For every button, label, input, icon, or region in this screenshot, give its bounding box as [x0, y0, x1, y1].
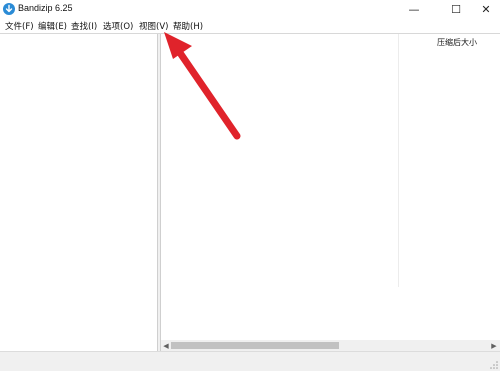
app-window: Bandizip 6.25 — ☐ ✕ 文件(F) 编辑(E) 查找(I) 选项…	[0, 0, 500, 371]
menu-edit[interactable]: 编辑(E)	[38, 20, 67, 32]
close-icon: ✕	[481, 3, 491, 16]
status-bar	[0, 351, 500, 371]
close-button[interactable]: ✕	[472, 0, 500, 19]
menu-view[interactable]: 视图(V)	[139, 20, 168, 32]
menu-help[interactable]: 帮助(H)	[173, 20, 203, 32]
scrollbar-thumb[interactable]	[171, 342, 339, 349]
maximize-icon: ☐	[451, 3, 461, 16]
menu-bar: 文件(F) 编辑(E) 查找(I) 选项(O) 视图(V) 帮助(H)	[0, 19, 500, 34]
menu-file[interactable]: 文件(F)	[5, 20, 34, 32]
folder-tree-pane[interactable]	[0, 34, 158, 351]
maximize-button[interactable]: ☐	[442, 0, 470, 19]
resize-grip-icon[interactable]	[490, 361, 498, 369]
menu-find[interactable]: 查找(I)	[71, 20, 97, 32]
bandizip-icon	[3, 3, 15, 15]
minimize-button[interactable]: —	[400, 0, 428, 19]
window-title: Bandizip 6.25	[18, 3, 73, 13]
column-divider[interactable]	[398, 34, 399, 287]
menu-options[interactable]: 选项(O)	[103, 20, 133, 32]
file-list-pane[interactable]	[161, 34, 500, 340]
column-header-compressed-size[interactable]: 压缩后大小	[437, 37, 477, 48]
minimize-icon: —	[408, 3, 420, 16]
scroll-left-icon[interactable]: ◀	[161, 340, 171, 351]
scroll-right-icon[interactable]: ▶	[489, 340, 499, 351]
title-bar[interactable]: Bandizip 6.25 — ☐ ✕	[0, 0, 500, 19]
